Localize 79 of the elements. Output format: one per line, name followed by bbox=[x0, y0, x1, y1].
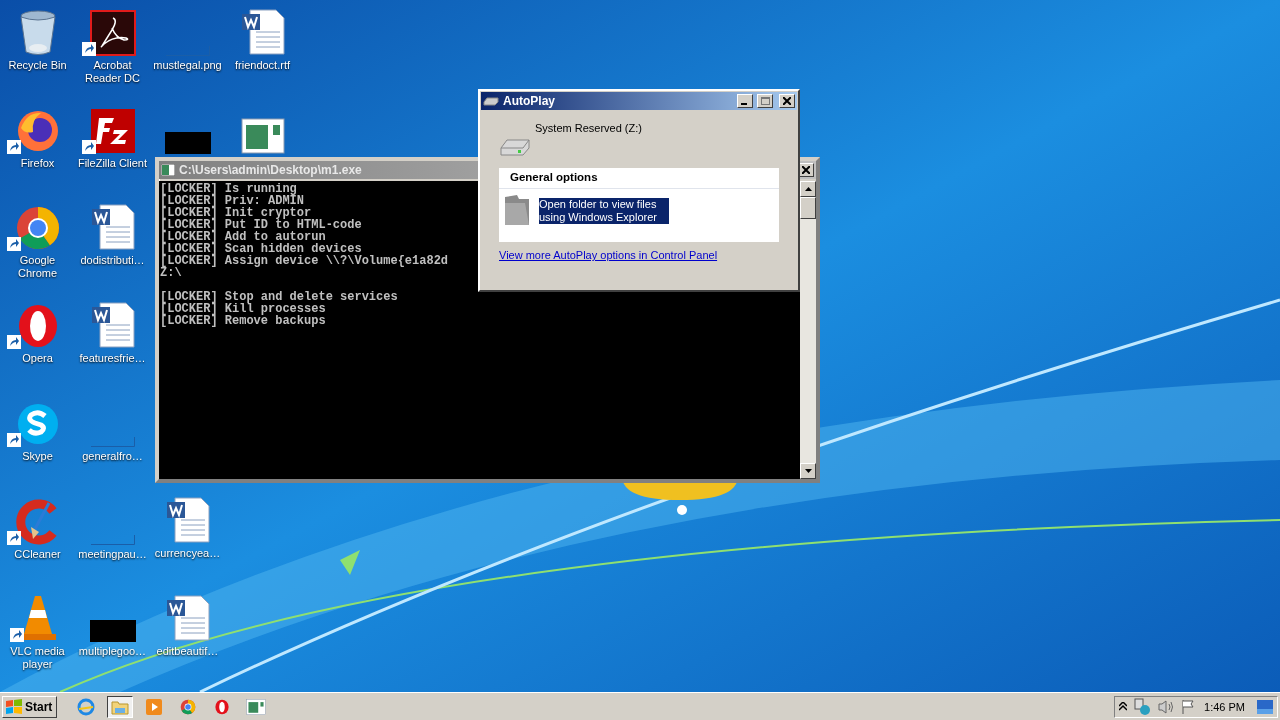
dark-thumbnail-icon bbox=[164, 132, 211, 154]
word-document-icon bbox=[164, 496, 211, 544]
desktop-icon-label[interactable]: Skype bbox=[22, 449, 53, 463]
start-button[interactable]: Start bbox=[2, 695, 58, 718]
scrollbar[interactable] bbox=[800, 181, 816, 479]
show-desktop-icon[interactable] bbox=[1257, 699, 1273, 714]
desktop-icon-label[interactable]: featuresfrie… bbox=[79, 352, 146, 366]
autoplay-option[interactable]: Open folder to view files using Windows Explorer bbox=[499, 189, 779, 233]
opera-icon bbox=[214, 698, 231, 715]
ie-icon bbox=[77, 697, 96, 716]
desktop-icon-label[interactable]: meetingpau… bbox=[78, 547, 147, 561]
blank-image-icon bbox=[90, 534, 135, 545]
console-line: [LOCKER] Put ID to HTML-code bbox=[160, 219, 362, 231]
maximize-button[interactable] bbox=[757, 94, 773, 108]
scroll-down-button[interactable] bbox=[800, 463, 816, 479]
clock[interactable]: 1:46 PM bbox=[1204, 700, 1245, 713]
media-player-icon bbox=[146, 698, 163, 715]
window-thumbnail-icon bbox=[246, 698, 267, 715]
desktop-icon-label[interactable]: FileZilla Client bbox=[77, 156, 148, 170]
desktop-icon-label[interactable]: CCleaner bbox=[14, 547, 61, 561]
drive-name: System Reserved (Z:) bbox=[535, 122, 643, 134]
console-line: [LOCKER] Is running bbox=[160, 183, 297, 195]
desktop-icon-label[interactable]: Firefox bbox=[20, 156, 55, 170]
console-line: [LOCKER] Kill processes bbox=[160, 303, 326, 315]
console-line: [LOCKER] Add to autorun bbox=[160, 231, 326, 243]
desktop-icon-label[interactable]: Google Chrome bbox=[0, 254, 75, 281]
maximize-icon bbox=[760, 97, 770, 105]
scroll-up-button[interactable] bbox=[800, 181, 816, 197]
scroll-thumb[interactable] bbox=[800, 197, 816, 219]
section-heading: General options bbox=[499, 168, 779, 189]
blank-image-icon bbox=[90, 436, 135, 447]
option-text: Open folder to view files using Windows Explorer bbox=[539, 198, 669, 224]
console-line: Z:\ bbox=[160, 267, 182, 279]
chrome-icon bbox=[14, 205, 61, 252]
close-icon bbox=[802, 166, 810, 174]
close-icon bbox=[783, 97, 791, 105]
console-line: [LOCKER] Init cryptor bbox=[160, 207, 312, 219]
leaf-icon bbox=[340, 550, 360, 575]
windows-logo-icon bbox=[5, 698, 23, 715]
dark-thumbnail-icon bbox=[89, 620, 136, 643]
caret-up-icon bbox=[804, 187, 812, 191]
word-document-icon bbox=[89, 301, 136, 350]
close-button[interactable] bbox=[779, 94, 795, 108]
desktop-icon-label[interactable]: VLC media player bbox=[0, 645, 75, 672]
control-panel-link[interactable]: View more AutoPlay options in Control Panel bbox=[499, 249, 718, 261]
desktop-icon-label[interactable]: Opera bbox=[22, 352, 53, 366]
hard-drive-icon bbox=[499, 138, 531, 156]
console-line: [LOCKER] Remove backups bbox=[160, 315, 326, 327]
desktop-icon-label[interactable]: multiplegoo… bbox=[78, 645, 147, 659]
desktop-icon-label[interactable]: Acrobat Reader DC bbox=[75, 59, 150, 85]
console-line: [LOCKER] Assign device \\?\Volume{e1a82d bbox=[160, 255, 449, 267]
word-document-icon bbox=[164, 594, 211, 642]
console-line: [LOCKER] Priv: ADMIN bbox=[160, 195, 305, 207]
chrome-icon bbox=[180, 698, 197, 715]
desktop-icon-label[interactable]: currencyea… bbox=[154, 547, 221, 560]
caret-down-icon bbox=[804, 469, 812, 473]
folder-icon bbox=[503, 195, 531, 227]
desktop-icon-label[interactable]: friendoct.rtf bbox=[235, 59, 290, 72]
desktop-icon-label[interactable]: mustlegal.png bbox=[153, 59, 222, 72]
acrobat-icon bbox=[89, 10, 136, 56]
chevron-up-icon[interactable] bbox=[1119, 702, 1127, 711]
desktop-icon-label[interactable]: dodistributi… bbox=[80, 254, 145, 268]
desktop-icon-label[interactable]: generalfro… bbox=[82, 449, 143, 463]
desktop-icon-label[interactable]: Recycle Bin bbox=[8, 59, 67, 72]
recycle-bin-icon bbox=[17, 10, 58, 56]
folder-icon bbox=[111, 698, 130, 715]
drive-icon bbox=[483, 96, 499, 106]
console-line: [LOCKER] Scan hidden devices bbox=[160, 243, 362, 255]
speaker-icon[interactable] bbox=[1157, 698, 1175, 715]
window-title: C:\Users\admin\Desktop\m1.exe bbox=[179, 163, 362, 177]
console-icon bbox=[161, 164, 175, 176]
minimize-button[interactable] bbox=[737, 94, 753, 108]
taskbar-button[interactable] bbox=[107, 695, 134, 718]
window-thumbnail-icon bbox=[240, 118, 285, 154]
word-document-icon bbox=[239, 8, 286, 56]
flag-icon[interactable] bbox=[1181, 698, 1195, 715]
console-line: [LOCKER] Stop and delete services bbox=[160, 291, 398, 303]
window-title: AutoPlay bbox=[503, 94, 555, 108]
word-document-icon bbox=[89, 203, 136, 252]
